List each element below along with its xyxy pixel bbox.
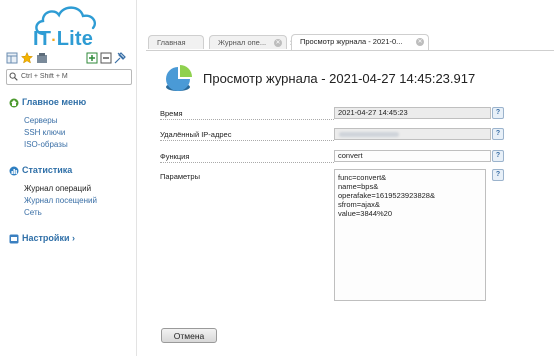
tab-home-label: Главная [157,38,186,47]
package-icon[interactable] [36,52,48,64]
help-icon[interactable]: ? [492,107,504,119]
redacted-value [339,132,399,137]
sidebar-item-iso[interactable]: ISO-образы [24,140,68,149]
pin-icon[interactable] [114,52,126,64]
sidebar-item-network[interactable]: Сеть [24,208,42,217]
page-title: Просмотр журнала - 2021-04-27 14:45:23.9… [203,71,476,86]
close-icon[interactable]: ✕ [416,38,424,46]
help-icon[interactable]: ? [492,128,504,140]
sidebar-item-visits-log[interactable]: Журнал посещений [24,196,97,205]
layout-icon[interactable] [6,52,18,64]
cancel-button[interactable]: Отмена [161,328,217,343]
params-textarea[interactable]: func=convert& name=bps& operafake=161952… [334,169,486,301]
tab-bar: Главная Журнал опе...✕ › Просмотр журнал… [146,33,554,51]
sidebar: IT·Lite Главное меню Серверы SSH ключи I… [0,0,137,356]
sidebar-item-operations-log[interactable]: Журнал операций [24,184,91,193]
expand-all-icon[interactable] [86,52,98,64]
search-icon [9,72,18,81]
menu-stats-header[interactable]: Статистика [9,165,72,176]
tab-operations-log[interactable]: Журнал опе... ✕ [209,35,287,49]
statistics-icon [9,166,19,176]
menu-settings-header[interactable]: Настройки › [9,233,75,244]
collapse-all-icon[interactable] [100,52,112,64]
logo-text: IT·Lite [33,28,94,50]
function-label: Функция [160,152,334,163]
help-icon[interactable]: ? [492,150,504,162]
help-icon[interactable]: ? [492,169,504,181]
params-label: Параметры [160,172,200,181]
time-label: Время [160,109,334,120]
function-field[interactable]: convert [334,150,491,162]
main-menu-icon [9,98,19,108]
sidebar-toolbar [6,52,130,66]
menu-main-header[interactable]: Главное меню [9,97,86,108]
star-icon[interactable] [21,52,33,64]
tab-log-view-label: Просмотр журнала - 2021-0... [300,37,403,46]
search-box [6,69,132,85]
tab-log-view[interactable]: Просмотр журнала - 2021-0... ✕ [291,34,429,50]
remote-ip-label: Удалённый IP-адрес [160,130,334,141]
close-icon[interactable]: ✕ [274,39,282,47]
sidebar-item-servers[interactable]: Серверы [24,116,57,125]
tab-home[interactable]: Главная [148,35,204,49]
tab-operations-log-label: Журнал опе... [218,38,267,47]
settings-icon [9,234,19,244]
time-field[interactable]: 2021-04-27 14:45:23 [334,107,491,119]
pie-chart-icon [166,65,192,91]
sidebar-item-ssh-keys[interactable]: SSH ключи [24,128,65,137]
main-panel: Просмотр журнала - 2021-04-27 14:45:23.9… [146,51,554,356]
search-input[interactable] [21,71,127,82]
remote-ip-field[interactable] [334,128,491,140]
